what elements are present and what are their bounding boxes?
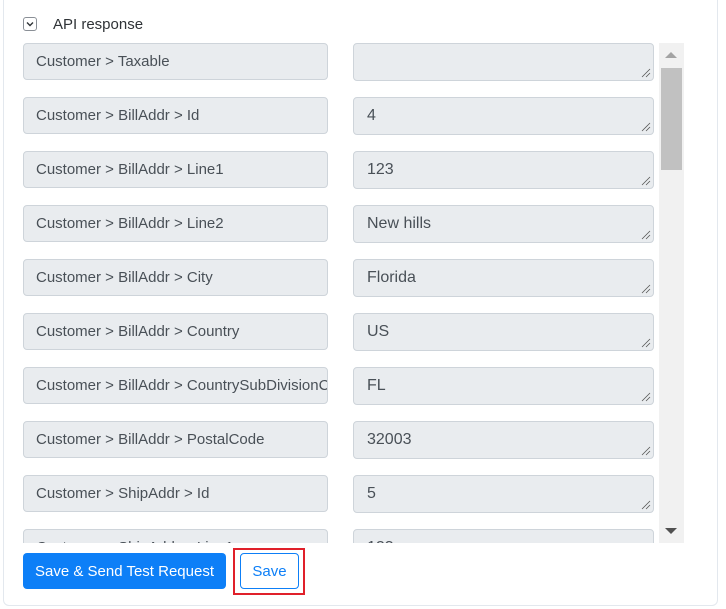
resize-grip-icon[interactable] xyxy=(641,284,651,294)
form-footer: Save & Send Test Request Save xyxy=(23,548,305,595)
field-label: Customer > Taxable xyxy=(23,43,328,80)
field-value-text: 123 xyxy=(367,161,394,178)
field-label: Customer > BillAddr > Id xyxy=(23,97,328,134)
resize-grip-icon[interactable] xyxy=(641,122,651,132)
resize-grip-icon[interactable] xyxy=(641,500,651,510)
field-value-textarea[interactable]: 32003 xyxy=(353,421,654,459)
field-label: Customer > BillAddr > Line1 xyxy=(23,151,328,188)
field-row: Customer > Taxable xyxy=(23,43,655,97)
field-label: Customer > BillAddr > Country xyxy=(23,313,328,350)
field-value-text: New hills xyxy=(367,215,432,232)
field-value-textarea[interactable] xyxy=(353,43,654,81)
field-value-text: 123 xyxy=(367,539,394,543)
chevron-down-icon xyxy=(26,22,34,27)
field-value-textarea[interactable]: New hills xyxy=(353,205,654,243)
field-row: Customer > BillAddr > Line2 New hills xyxy=(23,205,655,259)
field-label: Customer > ShipAddr > Line1 xyxy=(23,529,328,543)
field-value-textarea[interactable]: FL xyxy=(353,367,654,405)
field-value-textarea[interactable]: 5 xyxy=(353,475,654,513)
field-label: Customer > ShipAddr > Id xyxy=(23,475,328,512)
field-value-text: Florida xyxy=(367,269,416,286)
field-value-textarea[interactable]: Florida xyxy=(353,259,654,297)
collapse-toggle[interactable] xyxy=(23,17,37,31)
field-value-textarea[interactable]: 123 xyxy=(353,529,654,543)
field-label: Customer > BillAddr > PostalCode xyxy=(23,421,328,458)
resize-grip-icon[interactable] xyxy=(641,68,651,78)
scroll-down-arrow-icon[interactable] xyxy=(665,528,677,534)
field-value-text: FL xyxy=(367,377,386,394)
response-fields-list[interactable]: Customer > Taxable Customer > BillAddr > … xyxy=(23,43,684,543)
field-label: Customer > BillAddr > City xyxy=(23,259,328,296)
field-rows: Customer > Taxable Customer > BillAddr > … xyxy=(23,43,655,543)
scroll-thumb[interactable] xyxy=(661,68,682,170)
resize-grip-icon[interactable] xyxy=(641,446,651,456)
field-value-text: 32003 xyxy=(367,431,412,448)
section-title: API response xyxy=(53,15,144,33)
field-value-textarea[interactable]: US xyxy=(353,313,654,351)
section-header: API response xyxy=(23,13,143,35)
field-label: Customer > BillAddr > Line2 xyxy=(23,205,328,242)
field-row: Customer > BillAddr > Country US xyxy=(23,313,655,367)
resize-grip-icon[interactable] xyxy=(641,392,651,402)
resize-grip-icon[interactable] xyxy=(641,338,651,348)
field-row: Customer > BillAddr > CountrySubDivision… xyxy=(23,367,655,421)
field-value-textarea[interactable]: 4 xyxy=(353,97,654,135)
field-value-text: US xyxy=(367,323,390,340)
field-row: Customer > BillAddr > City Florida xyxy=(23,259,655,313)
vertical-scrollbar[interactable] xyxy=(659,43,684,543)
field-label: Customer > BillAddr > CountrySubDivision… xyxy=(23,367,328,404)
save-send-test-request-button[interactable]: Save & Send Test Request xyxy=(23,553,226,589)
field-row: Customer > BillAddr > PostalCode 32003 xyxy=(23,421,655,475)
resize-grip-icon[interactable] xyxy=(641,230,651,240)
field-row: Customer > ShipAddr > Id 5 xyxy=(23,475,655,529)
field-row: Customer > BillAddr > Id 4 xyxy=(23,97,655,151)
field-row: Customer > ShipAddr > Line1 123 xyxy=(23,529,655,543)
save-button[interactable]: Save xyxy=(240,553,299,589)
field-value-text: 5 xyxy=(367,485,376,502)
field-value-text: 4 xyxy=(367,107,376,124)
field-value-textarea[interactable]: 123 xyxy=(353,151,654,189)
field-row: Customer > BillAddr > Line1 123 xyxy=(23,151,655,205)
resize-grip-icon[interactable] xyxy=(641,176,651,186)
scroll-up-arrow-icon[interactable] xyxy=(665,52,677,58)
